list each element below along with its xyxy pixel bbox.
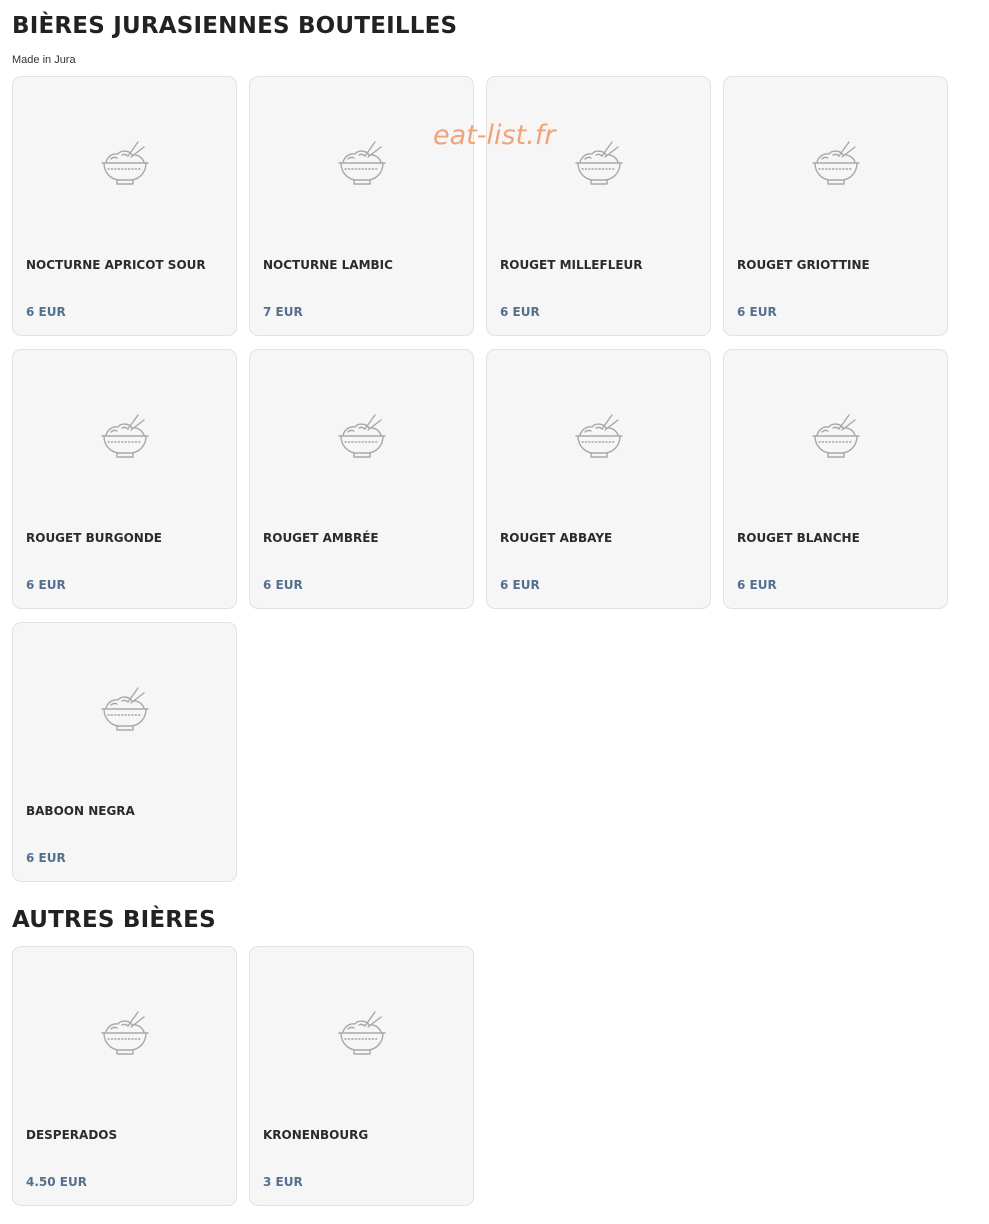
product-grid: DESPERADOS 4.50 EUR KRONENBOURG 3 EUR <box>12 946 972 1206</box>
product-name: ROUGET BLANCHE <box>737 531 860 545</box>
product-price: 6 EUR <box>26 851 66 865</box>
product-price: 6 EUR <box>26 305 66 319</box>
product-price: 6 EUR <box>26 578 66 592</box>
product-price: 6 EUR <box>737 305 777 319</box>
section-title: AUTRES BIÈRES <box>12 907 216 933</box>
section-bieres-jurasiennes: BIÈRES JURASIENNES BOUTEILLES Made in Ju… <box>12 10 972 882</box>
product-name: KRONENBOURG <box>263 1128 369 1142</box>
product-name: ROUGET GRIOTTINE <box>737 258 870 272</box>
product-card[interactable]: ROUGET BURGONDE 6 EUR <box>12 349 237 609</box>
product-card[interactable]: ROUGET AMBRÉE 6 EUR <box>249 349 474 609</box>
product-card[interactable]: NOCTURNE APRICOT SOUR 6 EUR <box>12 76 237 336</box>
product-card[interactable]: ROUGET MILLEFLEUR 6 EUR <box>486 76 711 336</box>
product-name: NOCTURNE APRICOT SOUR <box>26 258 206 272</box>
product-price: 6 EUR <box>263 578 303 592</box>
rice-bowl-icon <box>337 411 387 461</box>
product-price: 3 EUR <box>263 1175 303 1189</box>
rice-bowl-icon <box>574 411 624 461</box>
rice-bowl-icon <box>337 138 387 188</box>
product-card[interactable]: ROUGET BLANCHE 6 EUR <box>723 349 948 609</box>
product-price: 6 EUR <box>500 305 540 319</box>
rice-bowl-icon <box>574 138 624 188</box>
rice-bowl-icon <box>337 1008 387 1058</box>
product-price: 6 EUR <box>500 578 540 592</box>
product-card[interactable]: BABOON NEGRA 6 EUR <box>12 622 237 882</box>
rice-bowl-icon <box>100 411 150 461</box>
rice-bowl-icon <box>100 684 150 734</box>
product-name: ROUGET ABBAYE <box>500 531 613 545</box>
product-price: 6 EUR <box>737 578 777 592</box>
section-autres-bieres: AUTRES BIÈRES DESPERADOS 4.50 EUR KRONEN… <box>12 904 972 1206</box>
product-price: 7 EUR <box>263 305 303 319</box>
product-card[interactable]: NOCTURNE LAMBIC 7 EUR <box>249 76 474 336</box>
rice-bowl-icon <box>100 138 150 188</box>
product-name: ROUGET BURGONDE <box>26 531 162 545</box>
product-card[interactable]: ROUGET ABBAYE 6 EUR <box>486 349 711 609</box>
product-card[interactable]: ROUGET GRIOTTINE 6 EUR <box>723 76 948 336</box>
product-price: 4.50 EUR <box>26 1175 87 1189</box>
product-name: BABOON NEGRA <box>26 804 135 818</box>
section-title: BIÈRES JURASIENNES BOUTEILLES <box>12 13 458 39</box>
rice-bowl-icon <box>811 411 861 461</box>
product-card[interactable]: DESPERADOS 4.50 EUR <box>12 946 237 1206</box>
product-grid: NOCTURNE APRICOT SOUR 6 EUR NOCTURNE LAM… <box>12 76 972 882</box>
product-card[interactable]: KRONENBOURG 3 EUR <box>249 946 474 1206</box>
rice-bowl-icon <box>100 1008 150 1058</box>
rice-bowl-icon <box>811 138 861 188</box>
product-name: DESPERADOS <box>26 1128 118 1142</box>
product-name: ROUGET MILLEFLEUR <box>500 258 643 272</box>
product-name: ROUGET AMBRÉE <box>263 531 379 545</box>
section-subtitle: Made in Jura <box>12 54 76 66</box>
product-name: NOCTURNE LAMBIC <box>263 258 393 272</box>
